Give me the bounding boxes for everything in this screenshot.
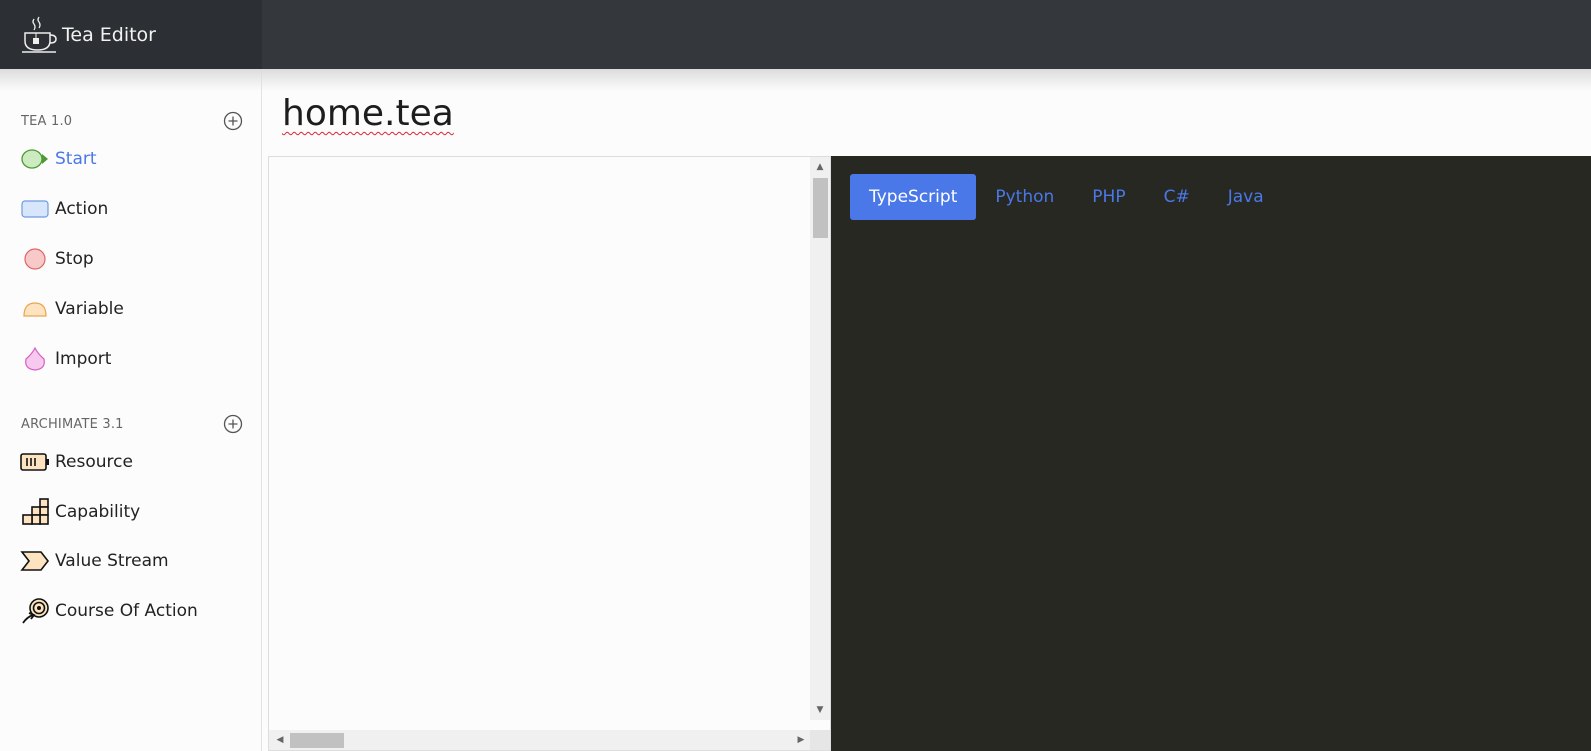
scroll-right-arrow-icon[interactable]: ▶	[793, 730, 809, 750]
scroll-thumb[interactable]	[290, 733, 344, 748]
capability-icon	[20, 497, 50, 527]
sidebar-item-variable[interactable]: Variable	[20, 294, 124, 324]
main-area: home.tea ▲ ▼ ◀ ▶ TypeScript Python PHP C…	[262, 69, 1591, 751]
scroll-down-arrow-icon[interactable]: ▼	[810, 702, 830, 718]
import-node-icon	[20, 344, 50, 374]
top-toolbar	[262, 0, 1591, 69]
sidebar-item-label: Start	[55, 149, 97, 169]
tab-java[interactable]: Java	[1209, 174, 1283, 220]
add-circle-icon[interactable]	[223, 111, 243, 131]
sidebar-item-capability[interactable]: Capability	[20, 497, 140, 527]
tab-python[interactable]: Python	[976, 174, 1073, 220]
sidebar-item-label: Action	[55, 199, 109, 219]
tab-csharp[interactable]: C#	[1145, 174, 1209, 220]
sidebar-item-start[interactable]: Start	[20, 144, 97, 174]
course-of-action-icon	[20, 596, 50, 626]
sidebar-item-course-of-action[interactable]: Course Of Action	[20, 596, 198, 626]
sidebar-item-action[interactable]: Action	[20, 194, 108, 224]
section-label: ARCHIMATE 3.1	[21, 416, 124, 432]
value-stream-icon	[20, 546, 50, 576]
app-title: Tea Editor	[62, 23, 156, 46]
scrollbar-corner	[810, 730, 830, 750]
diagram-canvas[interactable]: ▲ ▼ ◀ ▶	[268, 156, 831, 751]
app-brand[interactable]: Tea Editor	[0, 0, 262, 69]
document-title[interactable]: home.tea	[282, 93, 454, 134]
variable-node-icon	[20, 294, 50, 324]
scroll-left-arrow-icon[interactable]: ◀	[272, 730, 288, 750]
sidebar-item-label: Variable	[55, 299, 124, 319]
sidebar-item-import[interactable]: Import	[20, 344, 111, 374]
section-archimate: ARCHIMATE 3.1	[21, 414, 243, 434]
sidebar-item-stop[interactable]: Stop	[20, 244, 94, 274]
sidebar-item-resource[interactable]: Resource	[20, 447, 133, 477]
sidebar: TEA 1.0 Start Action Stop Variable Impor	[0, 69, 262, 751]
vertical-scrollbar[interactable]: ▲ ▼	[810, 157, 830, 720]
scroll-thumb[interactable]	[813, 178, 828, 238]
language-tabs: TypeScript Python PHP C# Java	[850, 174, 1283, 220]
sidebar-item-value-stream[interactable]: Value Stream	[20, 546, 169, 576]
start-node-icon	[20, 144, 50, 174]
section-label: TEA 1.0	[21, 113, 73, 129]
add-circle-icon[interactable]	[223, 414, 243, 434]
tab-php[interactable]: PHP	[1073, 174, 1144, 220]
sidebar-item-label: Stop	[55, 249, 94, 269]
horizontal-scrollbar[interactable]: ◀ ▶	[269, 730, 812, 750]
scroll-up-arrow-icon[interactable]: ▲	[810, 159, 830, 175]
resource-icon	[20, 447, 50, 477]
action-node-icon	[20, 194, 50, 224]
stop-node-icon	[20, 244, 50, 274]
teacup-icon	[22, 16, 57, 53]
sidebar-item-label: Course Of Action	[55, 601, 198, 621]
section-tea: TEA 1.0	[21, 111, 243, 131]
sidebar-item-label: Value Stream	[55, 551, 169, 571]
sidebar-item-label: Resource	[55, 452, 133, 472]
sidebar-item-label: Import	[55, 349, 112, 369]
code-panel[interactable]: TypeScript Python PHP C# Java	[831, 156, 1591, 751]
sidebar-item-label: Capability	[55, 502, 141, 522]
tab-typescript[interactable]: TypeScript	[850, 174, 977, 220]
